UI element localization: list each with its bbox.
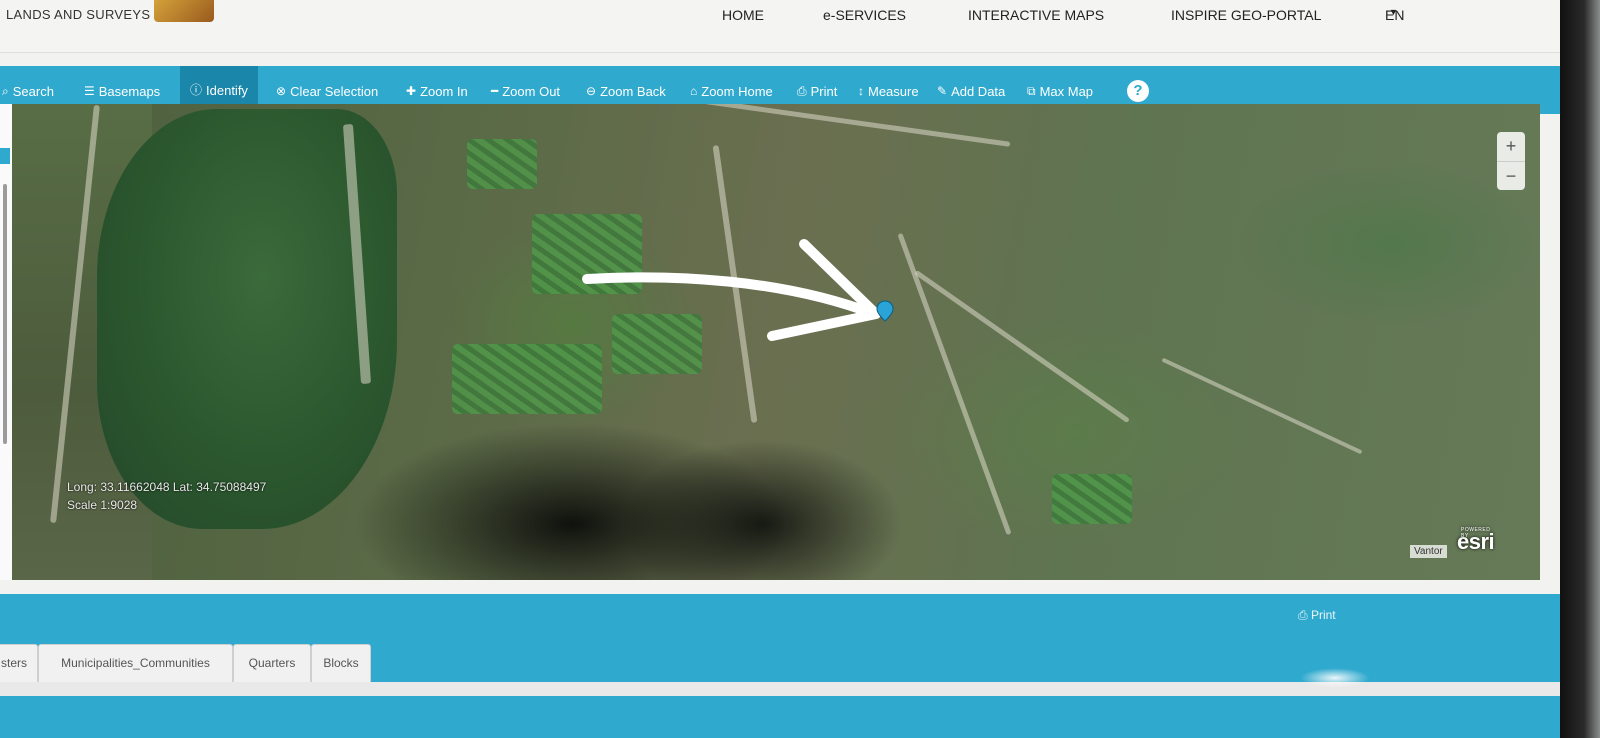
map-zoom-out-button[interactable]: −	[1497, 161, 1525, 191]
nav-interactive-maps[interactable]: INTERACTIVE MAPS	[968, 7, 1104, 23]
map-road	[914, 269, 1130, 424]
results-print-label: Print	[1310, 608, 1336, 622]
zoom-back-label: Zoom Back	[600, 83, 666, 99]
help-icon[interactable]: ?	[1127, 80, 1149, 102]
measure-label: Measure	[868, 83, 919, 99]
external-link-icon: ⧉	[1027, 84, 1036, 98]
brand-name: LANDS AND SURVEYS	[6, 7, 151, 22]
map-road	[613, 104, 1011, 147]
back-icon: ⊖	[586, 84, 597, 98]
zoom-out-label: Zoom Out	[502, 83, 561, 99]
coordinates-text: Long: 33.11662048 Lat: 34.75088497	[67, 480, 267, 494]
list-icon: ☰	[84, 84, 95, 98]
tab-municipalities-communities[interactable]: Municipalities_Communities	[38, 644, 233, 683]
add-data-label: Add Data	[951, 83, 1006, 99]
zoom-in-button[interactable]: ✚ Zoom In	[406, 80, 468, 102]
zoom-in-label: Zoom In	[420, 83, 468, 99]
basemaps-button[interactable]: ☰ Basemaps	[84, 80, 160, 102]
max-map-button[interactable]: ⧉ Max Map	[1027, 80, 1093, 102]
location-pin-icon[interactable]	[876, 300, 894, 322]
print-label: Print	[810, 83, 838, 99]
printer-icon: ⎙	[1298, 608, 1308, 622]
plus-icon: ✚	[406, 84, 417, 98]
tab-clusters[interactable]: sters	[0, 644, 38, 683]
brand-logo[interactable]	[154, 0, 214, 22]
site-header: LANDS AND SURVEYS HOME e-SERVICES INTERA…	[0, 0, 1560, 53]
basemaps-label: Basemaps	[98, 83, 161, 99]
measure-button[interactable]: ↕ Measure	[858, 80, 919, 102]
zoom-home-button[interactable]: ⌂ Zoom Home	[690, 80, 773, 102]
max-map-label: Max Map	[1039, 83, 1094, 99]
browser-screen: LANDS AND SURVEYS HOME e-SERVICES INTERA…	[0, 0, 1560, 738]
clear-selection-button[interactable]: ⊗ Clear Selection	[276, 80, 378, 102]
nav-inspire-geoportal[interactable]: INSPIRE GEO-PORTAL	[1171, 7, 1321, 23]
clear-icon: ⊗	[276, 84, 287, 98]
chevron-down-icon: ▼	[1389, 7, 1398, 17]
zoom-out-button[interactable]: ━ Zoom Out	[491, 80, 560, 102]
side-panel-toggle[interactable]	[0, 148, 10, 164]
info-icon: ⓘ	[190, 83, 203, 97]
results-print-button[interactable]: ⎙ Print	[1298, 608, 1336, 623]
map-zoom-control: + −	[1497, 132, 1525, 190]
map-field	[1052, 474, 1132, 524]
side-panel-scrollbar[interactable]	[3, 184, 7, 444]
scale-text: Scale 1:9028	[67, 498, 138, 512]
map-attribution[interactable]: Vantor	[1410, 545, 1447, 558]
nav-home[interactable]: HOME	[722, 7, 764, 23]
edit-icon: ✎	[937, 84, 948, 98]
search-label: Search	[12, 83, 54, 99]
search-button[interactable]: ⌕ Search	[2, 80, 54, 102]
home-icon: ⌂	[690, 84, 698, 98]
esri-powered-by: POWERED BY	[1461, 527, 1491, 539]
clear-selection-label: Clear Selection	[290, 83, 379, 99]
coordinate-readout: Long: 33.11662048 Lat: 34.75088497 Scale…	[67, 478, 266, 514]
minus-icon: ━	[491, 84, 499, 98]
add-data-button[interactable]: ✎ Add Data	[937, 80, 1005, 102]
map-zoom-in-button[interactable]: +	[1497, 132, 1525, 161]
map-field	[467, 139, 537, 189]
zoom-back-button[interactable]: ⊖ Zoom Back	[586, 80, 666, 102]
monitor-bezel	[1560, 0, 1600, 738]
map-view[interactable]: + − Long: 33.11662048 Lat: 34.75088497 S…	[12, 104, 1540, 580]
tab-blocks[interactable]: Blocks	[311, 644, 371, 683]
tab-quarters[interactable]: Quarters	[233, 644, 311, 683]
screen-glare	[1300, 668, 1370, 688]
printer-icon: ⎙	[797, 84, 807, 98]
search-icon: ⌕	[2, 84, 9, 98]
measure-icon: ↕	[858, 84, 864, 98]
print-button[interactable]: ⎙ Print	[797, 80, 837, 102]
map-road	[1161, 357, 1363, 455]
map-road	[897, 232, 1012, 536]
map-field	[452, 344, 602, 414]
nav-eservices[interactable]: e-SERVICES	[823, 7, 906, 23]
identify-label: Identify	[206, 82, 248, 98]
annotation-arrow	[582, 239, 881, 341]
esri-logo[interactable]: POWERED BY esri	[1457, 527, 1495, 555]
zoom-home-label: Zoom Home	[701, 83, 773, 99]
